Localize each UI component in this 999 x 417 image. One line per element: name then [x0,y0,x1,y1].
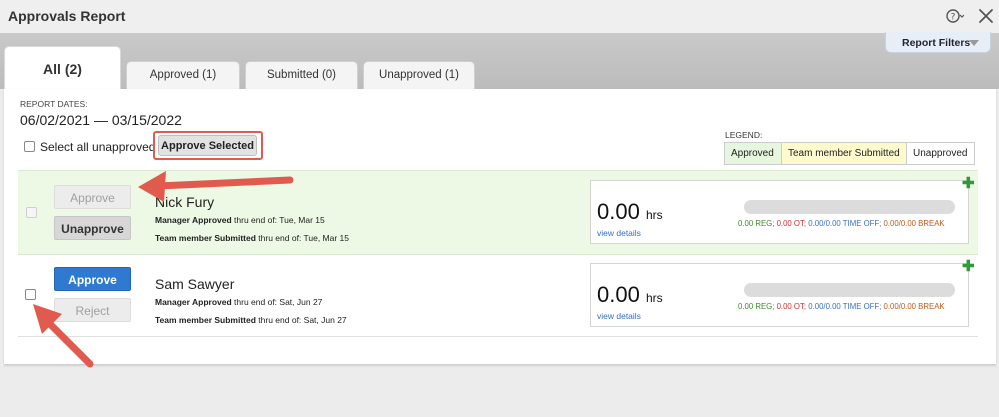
view-details-link[interactable]: view details [597,311,641,321]
reg-hours: 0.00 REG; [738,302,775,311]
hours-progress-bar [744,283,955,297]
legend-submitted: Team member Submitted [782,143,907,164]
break-hours: 0.00/0.00 BREAK [883,302,945,311]
manager-approved-date: thru end of: Tue, Mar 15 [231,215,325,225]
hours-total: 0.00 hrs [597,282,663,308]
report-dates-label: REPORT DATES: [20,99,88,109]
select-all-label[interactable]: Select all unapproved [40,140,155,154]
member-submitted-label: Team member Submitted [155,233,256,243]
member-submitted-date: thru end of: Sat, Jun 27 [255,315,347,325]
manager-approved-label: Manager Approved [155,215,232,225]
legend: Approved Team member Submitted Unapprove… [724,142,975,165]
row-checkbox[interactable] [25,289,36,300]
break-hours: 0.00/0.00 BREAK [883,219,945,228]
report-dates: 06/02/2021 — 03/15/2022 [20,112,182,128]
hours-value: 0.00 [597,199,640,224]
plus-icon[interactable]: ✚ [962,174,975,192]
report-filters-button[interactable]: Report Filters [885,32,991,53]
tab-submitted[interactable]: Submitted (0) [245,61,358,89]
member-submitted-label: Team member Submitted [155,315,256,325]
ot-hours: 0.00 OT; [776,302,807,311]
manager-approved-label: Manager Approved [155,297,232,307]
approve-selected-button[interactable]: Approve Selected [158,135,257,156]
manager-approved-date: thru end of: Sat, Jun 27 [231,297,323,307]
ot-hours: 0.00 OT; [776,219,807,228]
hours-progress-bar [744,200,955,214]
hours-breakdown: 0.00 REG; 0.00 OT; 0.00/0.00 TIME OFF; 0… [738,219,945,228]
unapprove-button[interactable]: Unapprove [54,216,131,240]
employee-name: Sam Sawyer [155,276,235,292]
window-title: Approvals Report [8,8,126,24]
hours-unit: hrs [645,291,663,305]
legend-label: LEGEND: [725,130,763,140]
tab-all[interactable]: All (2) [4,46,121,90]
reg-hours: 0.00 REG; [738,219,775,228]
plus-icon[interactable]: ✚ [962,257,975,275]
approve-button[interactable]: Approve [54,267,131,291]
member-submission-status: Team member Submitted thru end of: Tue, … [155,233,349,243]
employee-name: Nick Fury [155,194,215,210]
time-off-hours: 0.00/0.00 TIME OFF; [808,219,882,228]
legend-unapproved: Unapproved [907,143,974,164]
report-filters-label: Report Filters [902,37,971,49]
reject-button-disabled: Reject [54,298,131,322]
close-icon[interactable] [978,8,994,24]
tab-unapproved[interactable]: Unapproved (1) [363,61,475,89]
manager-approval-status: Manager Approved thru end of: Sat, Jun 2… [155,297,322,307]
manager-approval-status: Manager Approved thru end of: Tue, Mar 1… [155,215,325,225]
hours-total: 0.00 hrs [597,199,663,225]
time-off-hours: 0.00/0.00 TIME OFF; [808,302,882,311]
legend-approved: Approved [725,143,782,164]
svg-text:?: ? [951,13,956,23]
title-bar: Approvals Report ? [0,0,999,33]
tab-approved[interactable]: Approved (1) [126,61,240,89]
member-submission-status: Team member Submitted thru end of: Sat, … [155,315,347,325]
hours-value: 0.00 [597,282,640,307]
caret-down-icon [969,40,979,46]
approve-button-disabled: Approve [54,185,131,209]
help-dropdown-icon[interactable]: ? [946,8,964,24]
hours-card: 0.00 hrs view details 0.00 REG; 0.00 OT;… [590,180,969,244]
hours-breakdown: 0.00 REG; 0.00 OT; 0.00/0.00 TIME OFF; 0… [738,302,945,311]
view-details-link[interactable]: view details [597,228,641,238]
member-submitted-date: thru end of: Tue, Mar 15 [255,233,350,243]
select-all-checkbox[interactable] [24,141,35,152]
hours-card: 0.00 hrs view details 0.00 REG; 0.00 OT;… [590,263,969,327]
hours-unit: hrs [645,208,663,222]
row-checkbox-disabled [26,207,37,218]
